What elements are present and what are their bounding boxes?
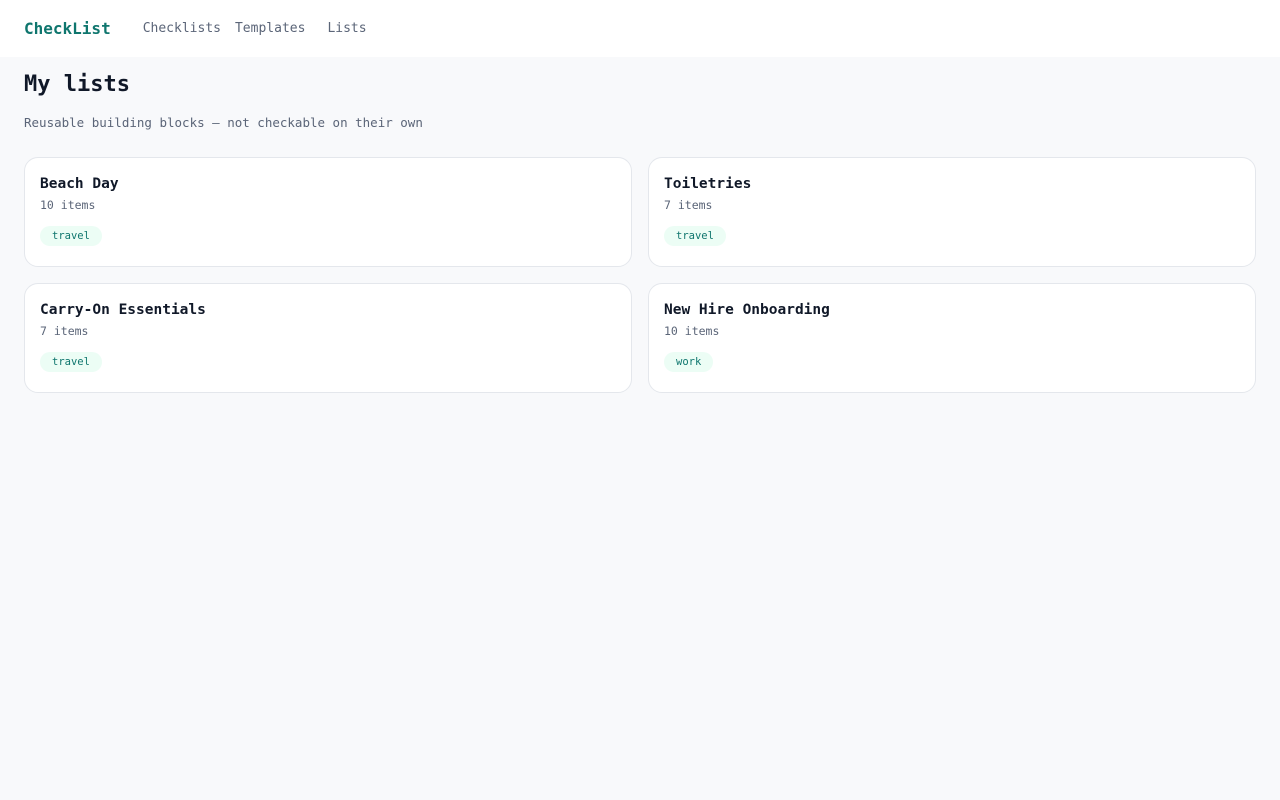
- list-card-item-count: 7 items: [664, 198, 713, 212]
- list-card-tag: travel: [40, 352, 102, 372]
- list-card-title: New Hire Onboarding: [664, 302, 830, 318]
- main-nav: Checklists Templates Lists: [143, 22, 367, 35]
- list-card-item-count: 10 items: [664, 324, 720, 338]
- list-card-carry-on-essentials[interactable]: Carry-On Essentials 7 items travel: [24, 283, 632, 393]
- list-card-title: Carry-On Essentials: [40, 302, 206, 318]
- lists-grid: Beach Day 10 items travel Toiletries 7 i…: [24, 157, 1256, 393]
- list-card-item-count: 7 items: [40, 324, 89, 338]
- top-navbar: CheckList Checklists Templates Lists: [0, 0, 1280, 57]
- brand-logo[interactable]: CheckList: [24, 19, 111, 38]
- page-title: My lists: [24, 72, 130, 97]
- list-card-tag: travel: [40, 226, 102, 246]
- nav-templates-link[interactable]: Templates: [235, 22, 305, 35]
- nav-checklists-link[interactable]: Checklists: [143, 22, 221, 35]
- list-card-tag: travel: [664, 226, 726, 246]
- main-content: My lists Reusable building blocks — not …: [0, 57, 1280, 393]
- list-card-toiletries[interactable]: Toiletries 7 items travel: [648, 157, 1256, 267]
- list-card-item-count: 10 items: [40, 198, 96, 212]
- list-card-title: Toiletries: [664, 176, 752, 192]
- list-card-tag: work: [664, 352, 714, 372]
- list-card-title: Beach Day: [40, 176, 119, 192]
- nav-lists-link[interactable]: Lists: [327, 22, 366, 35]
- list-card-beach-day[interactable]: Beach Day 10 items travel: [24, 157, 632, 267]
- list-card-new-hire-onboarding[interactable]: New Hire Onboarding 10 items work: [648, 283, 1256, 393]
- page-subtitle: Reusable building blocks — not checkable…: [24, 115, 423, 130]
